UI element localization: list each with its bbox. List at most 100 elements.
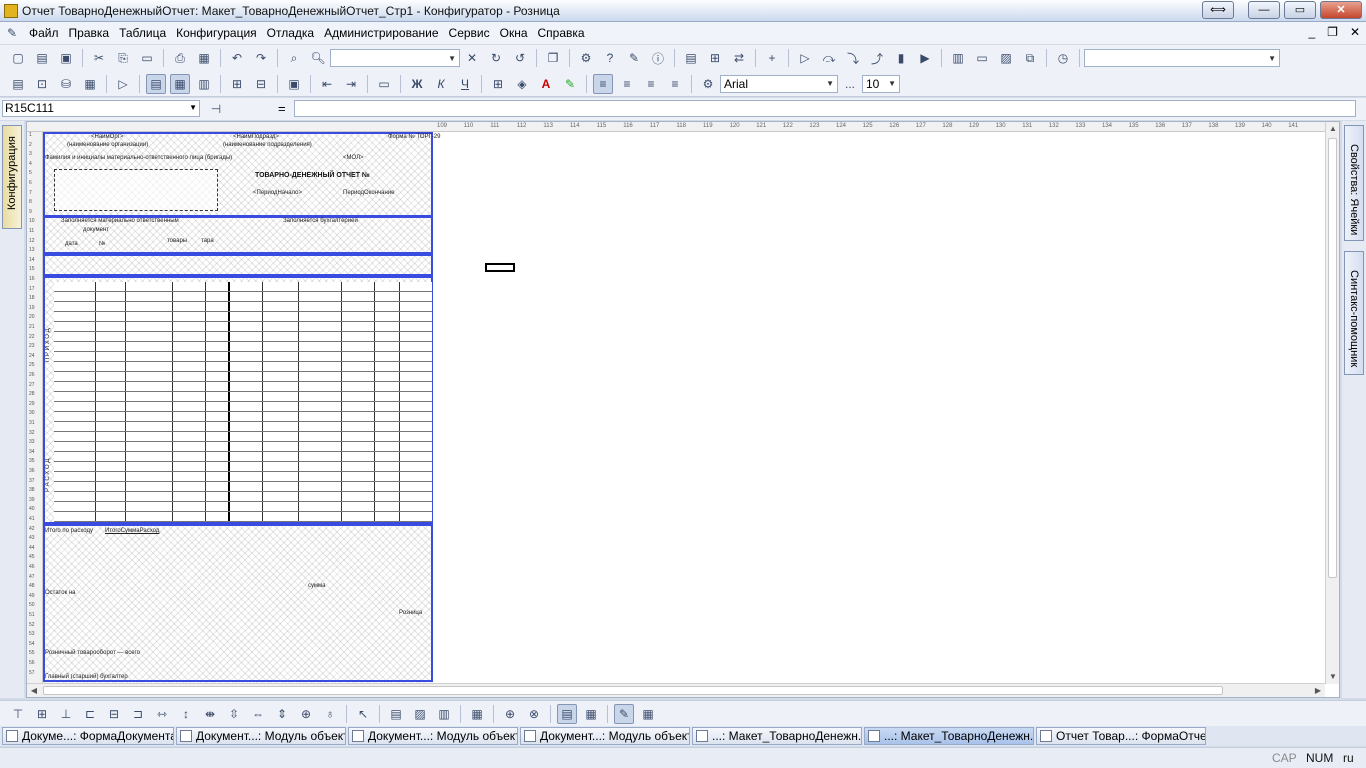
app-menu-icon[interactable]: ✎ [2, 23, 22, 43]
language-indicator[interactable]: ru [1343, 751, 1354, 765]
search-input[interactable]: ▼ [330, 49, 460, 67]
menu-edit[interactable]: Правка [64, 26, 115, 40]
mdi-restore-button[interactable]: ❐ [1327, 25, 1338, 39]
vertical-scroll-thumb[interactable] [1328, 138, 1337, 578]
selected-cell[interactable] [485, 263, 515, 272]
align-right-edge-icon[interactable]: ⊐ [128, 704, 148, 724]
grid-lines-icon[interactable]: ▤ [557, 703, 577, 724]
table-icon[interactable]: ▦ [80, 74, 100, 94]
debug-run-icon[interactable]: ▶ [915, 48, 935, 68]
scroll-left-icon[interactable]: ◀ [27, 684, 41, 697]
menu-table[interactable]: Таблица [114, 26, 171, 40]
taskbar-window-button[interactable]: Документ...: Модуль объекта [176, 727, 346, 745]
table-icon[interactable]: ▤ [681, 48, 701, 68]
group-icon[interactable]: ⇤ [317, 74, 337, 94]
scroll-up-icon[interactable]: ▲ [1326, 122, 1339, 136]
image-icon[interactable]: ▨ [996, 48, 1016, 68]
redo-icon[interactable]: ↷ [251, 48, 271, 68]
borders-icon[interactable]: ⊞ [488, 74, 508, 94]
cut-icon[interactable]: ✂ [89, 48, 109, 68]
fill-color-icon[interactable]: ◈ [512, 74, 532, 94]
formula-input[interactable] [294, 100, 1356, 117]
align-justify-icon[interactable]: ≡ [665, 74, 685, 94]
distribute-v-icon[interactable]: ↕ [176, 704, 196, 724]
debug-step-icon[interactable]: ⤼ [819, 48, 839, 68]
chart-icon[interactable]: ▥ [434, 704, 454, 724]
syntax-help-icon[interactable]: ? [600, 48, 620, 68]
copy-icon[interactable]: ⎘ [113, 48, 133, 68]
edit-mode-icon[interactable]: ✎ [614, 703, 634, 724]
taskbar-window-button[interactable]: Докуме...: ФормаДокумента [2, 727, 174, 745]
config-icon[interactable]: ⚙ [576, 48, 596, 68]
debug-out-icon[interactable]: ⤴ [867, 48, 887, 68]
new-icon[interactable]: ▢ [8, 48, 28, 68]
windows-icon[interactable]: ❐ [543, 48, 563, 68]
save-icon[interactable]: ▣ [56, 48, 76, 68]
grid-view-icon[interactable]: ▤ [8, 74, 28, 94]
movement-grid[interactable] [54, 282, 432, 522]
align-center-edge-icon[interactable]: ⊟ [104, 704, 124, 724]
minimize-button[interactable]: — [1248, 1, 1280, 19]
align-center-icon[interactable]: ≡ [617, 74, 637, 94]
taskbar-window-button[interactable]: Документ...: Модуль объекта [348, 727, 518, 745]
close-button[interactable]: ✕ [1320, 1, 1362, 19]
insert-icon[interactable]: ▷ [113, 74, 133, 94]
show-headers-icon[interactable]: ▦ [170, 73, 190, 94]
scroll-right-icon[interactable]: ▶ [1311, 684, 1325, 697]
merge-icon[interactable]: ▣ [284, 74, 304, 94]
font-color-icon[interactable]: A [536, 74, 556, 94]
undo-icon[interactable]: ↶ [227, 48, 247, 68]
find-next-icon[interactable]: ↻ [486, 48, 506, 68]
pointer-icon[interactable]: ↖ [353, 704, 373, 724]
headers-toggle-icon[interactable]: ▦ [581, 704, 601, 724]
cell-properties-tab[interactable]: Свойства: Ячейки [1344, 125, 1364, 241]
menu-administration[interactable]: Администрирование [319, 26, 443, 40]
taskbar-window-button[interactable]: Документ...: Модуль объекта [520, 727, 690, 745]
search-icon[interactable]: 🔍︎ [308, 48, 328, 68]
swap-window-button[interactable]: ⟺ [1202, 1, 1234, 19]
menu-configuration[interactable]: Конфигурация [171, 26, 262, 40]
taskbar-window-button[interactable]: ...: Макет_ТоварноДенежн... [864, 727, 1034, 745]
mdi-minimize-button[interactable]: _ [1308, 25, 1315, 39]
same-height-icon[interactable]: ⇳ [224, 704, 244, 724]
tree-icon[interactable]: ⊞ [705, 48, 725, 68]
window-icon[interactable]: ▭ [972, 48, 992, 68]
clear-search-icon[interactable]: ✕ [462, 48, 482, 68]
menu-help[interactable]: Справка [533, 26, 590, 40]
ungroup-icon[interactable]: ⇥ [341, 74, 361, 94]
font-name-select[interactable]: Arial ▼ [720, 74, 838, 93]
properties-icon[interactable]: ▭ [374, 74, 394, 94]
picture-icon[interactable]: ▨ [410, 704, 430, 724]
debug-into-icon[interactable]: ⤵ [843, 48, 863, 68]
taskbar-window-button[interactable]: Отчет Товар...: ФормаОтчета [1036, 727, 1206, 745]
find-prev-icon[interactable]: ↺ [510, 48, 530, 68]
show-names-icon[interactable]: ▥ [194, 74, 214, 94]
layout-icon[interactable]: ▥ [948, 48, 968, 68]
dropdown-arrow-icon[interactable]: ▼ [826, 79, 834, 88]
horizontal-scrollbar[interactable]: ◀ ▶ [27, 683, 1325, 697]
taskbar-window-button[interactable]: ...: Макет_ТоварноДенежн... [692, 727, 862, 745]
spreadsheet-editor[interactable]: 109 110 111 112 113 114 115 116 117 118 119 120 121 1… [26, 121, 1340, 698]
mdi-close-button[interactable]: ✕ [1350, 25, 1360, 39]
row-template-block[interactable] [43, 254, 433, 276]
menu-windows[interactable]: Окна [495, 26, 533, 40]
align-left-edge-icon[interactable]: ⊏ [80, 704, 100, 724]
freeze-icon[interactable]: ⊡ [32, 74, 52, 94]
report-layout[interactable]: <НаимОрг> <НаимПодразд> Форма № ТОРГ-29 … [43, 132, 440, 684]
preview-icon[interactable]: ▦ [194, 48, 214, 68]
cell-reference-input[interactable]: R15C111 ▼ [2, 100, 200, 117]
bulb-icon[interactable]: ♁ [320, 704, 340, 724]
scroll-down-icon[interactable]: ▼ [1326, 670, 1339, 684]
dropdown-arrow-icon[interactable]: ▼ [1268, 54, 1276, 63]
horizontal-scroll-thumb[interactable] [43, 686, 1223, 695]
italic-button[interactable]: К [431, 74, 451, 94]
menu-file[interactable]: Файл [24, 26, 64, 40]
underline-button[interactable]: Ч [455, 74, 475, 94]
add-area-icon[interactable]: ⊕ [500, 704, 520, 724]
timer-icon[interactable]: ◷ [1053, 48, 1073, 68]
dropdown-arrow-icon[interactable]: ▼ [448, 54, 456, 63]
configuration-tab[interactable]: Конфигурация [2, 125, 22, 229]
pin-icon[interactable]: ⊣ [206, 99, 226, 119]
align-right-icon[interactable]: ≡ [641, 74, 661, 94]
align-top-icon[interactable]: ⊤ [8, 704, 28, 724]
